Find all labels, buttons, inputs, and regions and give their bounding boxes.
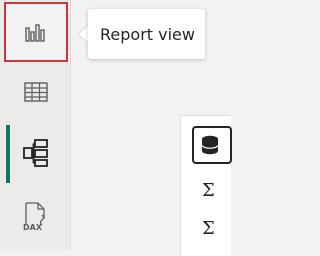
- database-icon: [201, 135, 219, 155]
- table-view-button[interactable]: [4, 62, 68, 122]
- tooltip-text: Report view: [100, 24, 195, 44]
- model-view-button[interactable]: [4, 123, 68, 183]
- bar-chart-icon: [25, 24, 45, 42]
- dax-icon: DAX: [23, 202, 45, 231]
- view-switcher-rail: DAX: [0, 0, 71, 249]
- report-view-button[interactable]: [4, 2, 68, 62]
- database-icon-box[interactable]: [192, 126, 232, 164]
- sigma-icon: Σ: [202, 218, 215, 239]
- sigma-icon: Σ: [202, 180, 215, 201]
- dax-query-view-button[interactable]: DAX: [4, 186, 68, 246]
- table-grid-icon: [24, 82, 48, 102]
- dax-label: DAX: [23, 223, 43, 231]
- model-diagram-icon: [23, 139, 48, 167]
- report-view-tooltip: Report view: [88, 9, 205, 59]
